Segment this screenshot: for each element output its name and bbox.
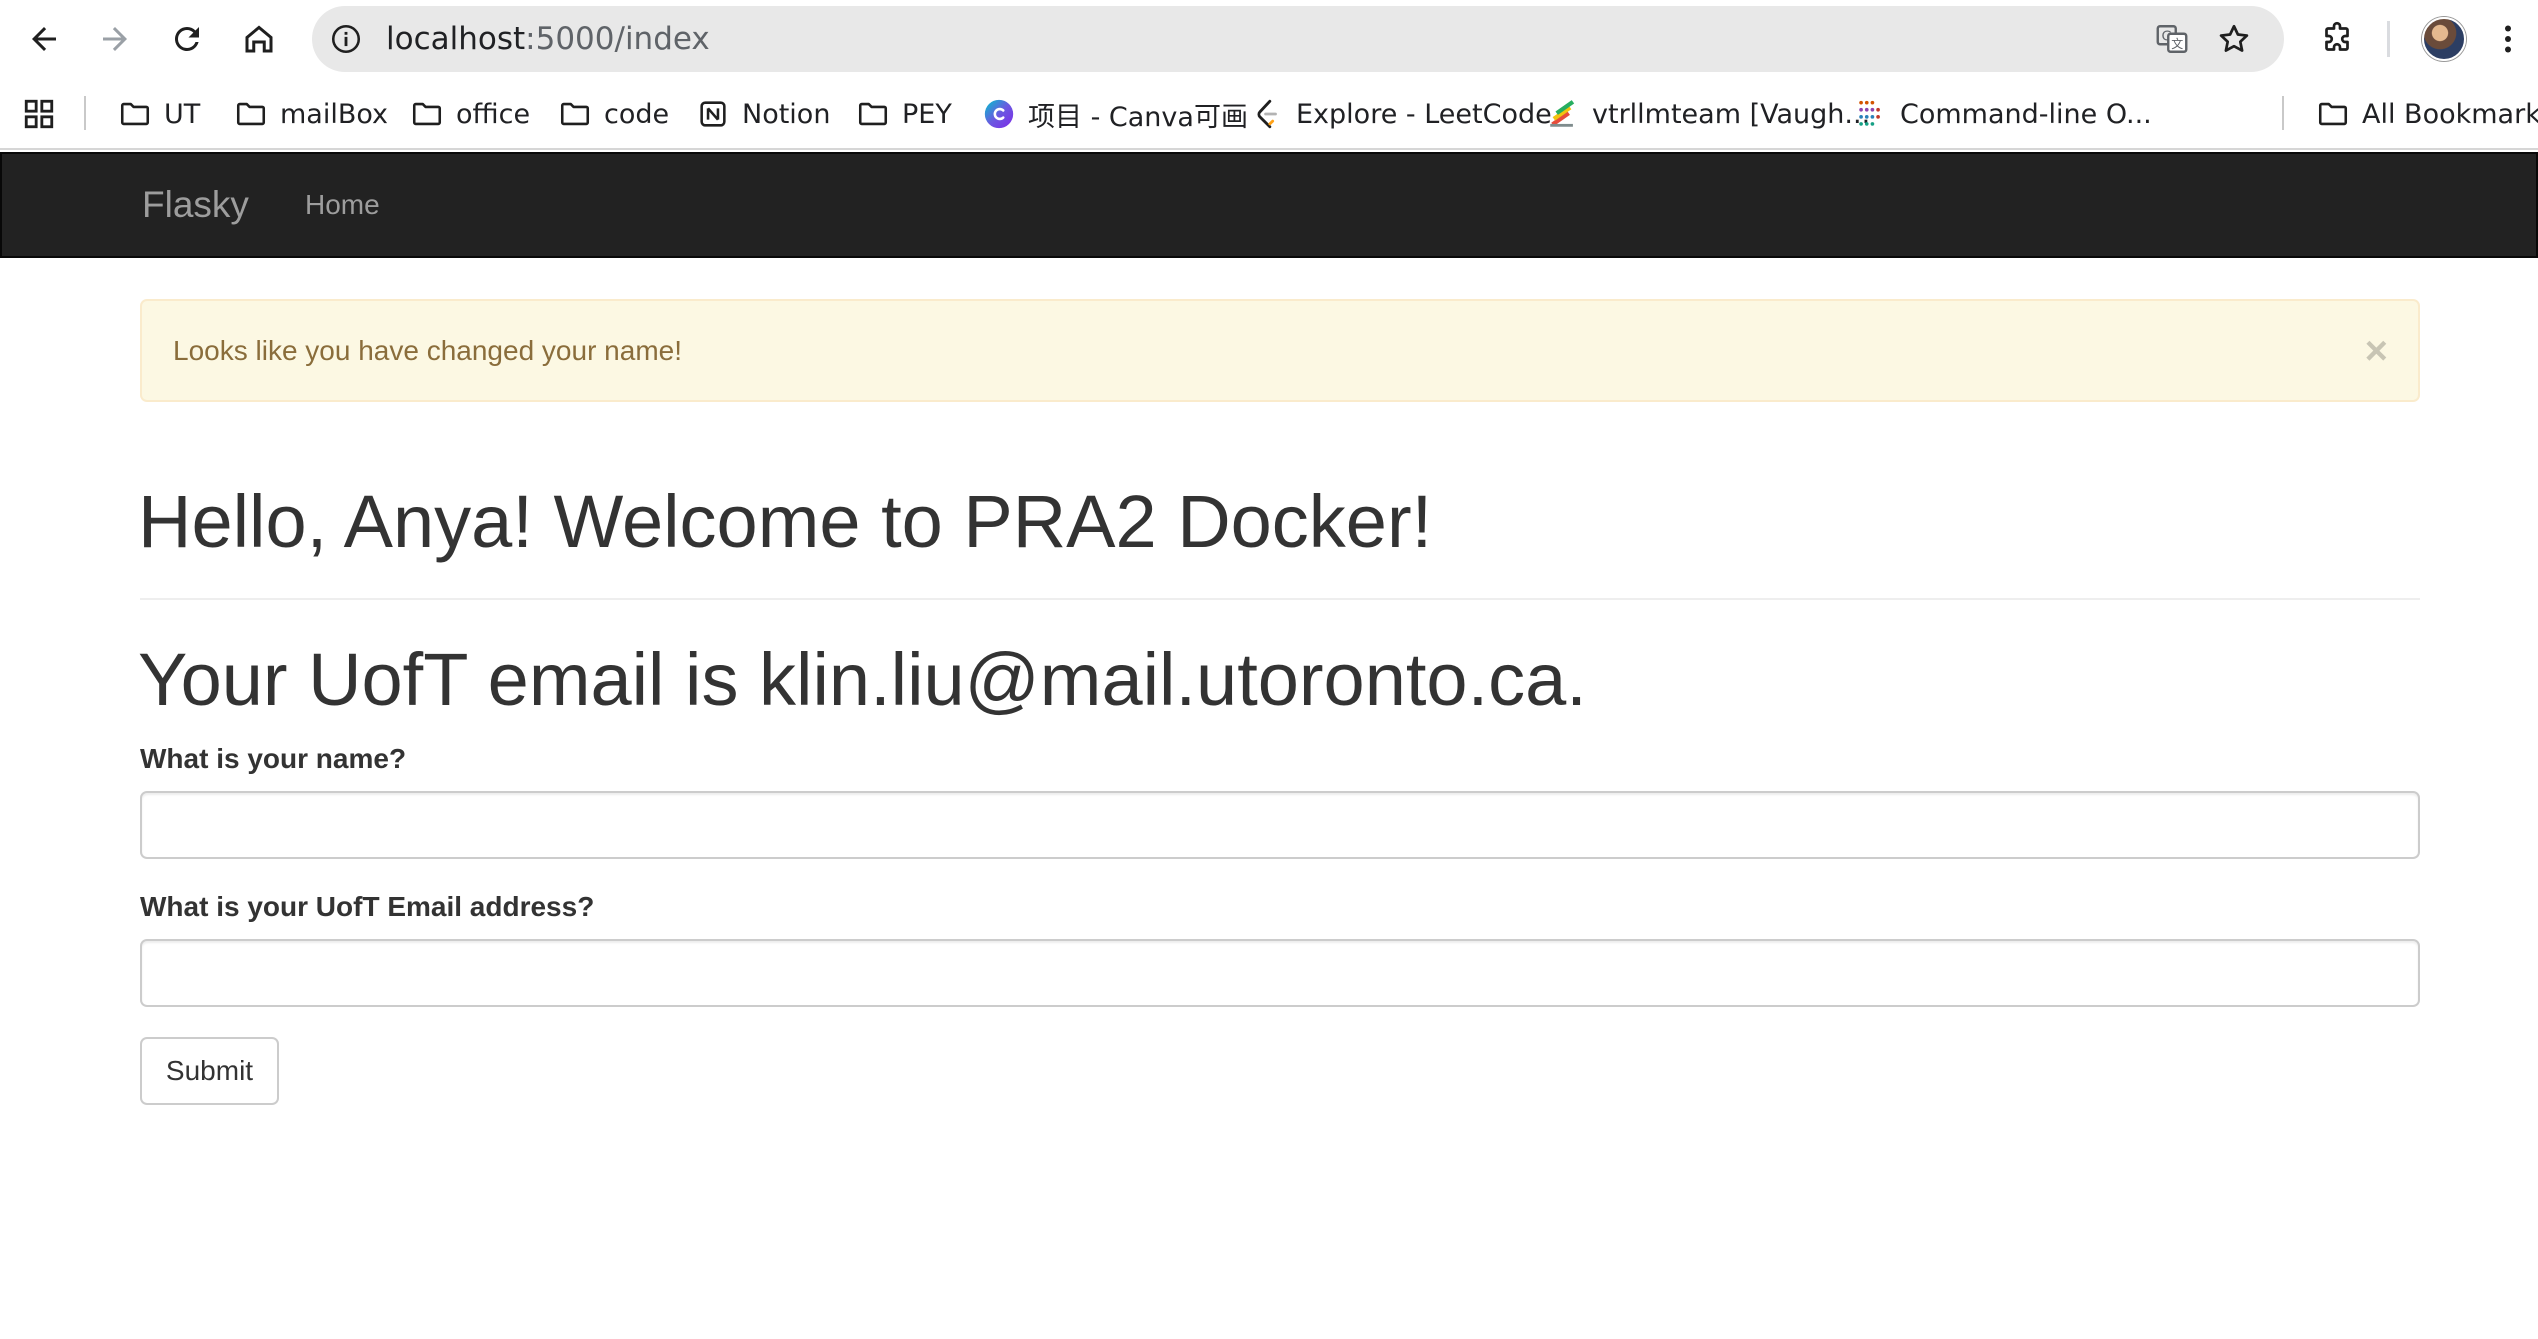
- bookmark-label: office: [456, 98, 531, 130]
- forward-arrow-icon[interactable]: [83, 7, 147, 71]
- dots-grid-icon: [1854, 97, 1888, 131]
- bookmark-label: PEY: [902, 98, 952, 130]
- bookmark-notion[interactable]: Notion: [696, 78, 830, 150]
- alert-message: Looks like you have changed your name!: [173, 335, 682, 366]
- bookmark-label: vtrllmteam [Vaugh...: [1592, 98, 1871, 130]
- bookmark-ut[interactable]: UT: [118, 78, 200, 150]
- folder-icon: [2316, 97, 2350, 131]
- name-field[interactable]: [140, 791, 2420, 859]
- address-bar[interactable]: localhost:5000/index G文: [312, 6, 2284, 72]
- bookmark-office[interactable]: office: [410, 78, 530, 150]
- profile-avatar[interactable]: [2422, 17, 2466, 61]
- colorful-pencils-icon: [1546, 97, 1580, 131]
- site-info-icon[interactable]: [326, 19, 366, 59]
- bookmark-label: code: [604, 98, 670, 130]
- svg-text:文: 文: [2171, 36, 2183, 51]
- divider: [140, 598, 2420, 600]
- leetcode-icon: [1250, 97, 1284, 131]
- name-field-label: What is your name?: [140, 743, 407, 774]
- flash-alert: Looks like you have changed your name! ×: [140, 299, 2420, 402]
- close-icon[interactable]: ×: [2365, 301, 2388, 401]
- toolbar-separator: [2387, 21, 2390, 57]
- bookmark-mailbox[interactable]: mailBox: [234, 78, 388, 150]
- canva-icon: [982, 97, 1016, 131]
- all-bookmarks-label: All Bookmarks: [2362, 98, 2538, 130]
- bookmarks-bar: UT mailBox office code Notion PEY 项目 - C…: [0, 78, 2538, 150]
- bookmark-label: Command-line O...: [1900, 98, 2152, 130]
- bookmark-command-line[interactable]: Command-line O...: [1854, 78, 2152, 150]
- email-field[interactable]: [140, 939, 2420, 1007]
- folder-icon: [856, 97, 890, 131]
- bookmark-label: Notion: [742, 98, 831, 130]
- bookmark-label: mailBox: [280, 98, 389, 130]
- folder-icon: [558, 97, 592, 131]
- email-field-label: What is your UofT Email address?: [140, 891, 595, 922]
- bookmark-pey[interactable]: PEY: [856, 78, 952, 150]
- folder-icon: [118, 97, 152, 131]
- navbar-brand[interactable]: Flasky: [142, 154, 249, 256]
- email-heading: Your UofT email is klin.liu@mail.utoront…: [138, 638, 1587, 721]
- reload-icon[interactable]: [155, 7, 219, 71]
- url-path: :5000/index: [525, 21, 710, 57]
- star-icon[interactable]: [2214, 19, 2254, 59]
- folder-icon: [234, 97, 268, 131]
- nav-link-home[interactable]: Home: [305, 154, 380, 256]
- bookmark-canva[interactable]: 项目 - Canva可画: [982, 78, 1248, 150]
- bookmark-vtrllmteam[interactable]: vtrllmteam [Vaugh...: [1546, 78, 1870, 150]
- puzzle-icon[interactable]: [2305, 7, 2369, 71]
- bookmarks-separator: [2282, 96, 2284, 130]
- bookmark-label: Explore - LeetCode: [1296, 98, 1552, 130]
- url-text[interactable]: localhost:5000/index: [386, 6, 710, 72]
- bookmark-code[interactable]: code: [558, 78, 669, 150]
- folder-icon: [410, 97, 444, 131]
- browser-toolbar: localhost:5000/index G文: [0, 0, 2538, 78]
- submit-button[interactable]: Submit: [140, 1037, 279, 1105]
- page-title: Hello, Anya! Welcome to PRA2 Docker!: [138, 480, 1433, 563]
- url-host: localhost: [386, 21, 526, 57]
- bookmark-label: 项目 - Canva可画: [1028, 101, 1248, 133]
- all-bookmarks-button[interactable]: All Bookmarks: [2316, 78, 2538, 150]
- back-arrow-icon[interactable]: [12, 7, 76, 71]
- apps-grid-icon[interactable]: [22, 78, 56, 150]
- translate-icon[interactable]: G文: [2152, 19, 2192, 59]
- home-icon[interactable]: [227, 7, 291, 71]
- bookmarks-separator: [84, 96, 86, 130]
- kebab-menu-icon[interactable]: [2484, 7, 2532, 71]
- bookmark-leetcode[interactable]: Explore - LeetCode: [1250, 78, 1552, 150]
- bookmark-label: UT: [164, 98, 201, 130]
- app-navbar: Flasky Home: [0, 152, 2538, 258]
- notion-icon: [696, 97, 730, 131]
